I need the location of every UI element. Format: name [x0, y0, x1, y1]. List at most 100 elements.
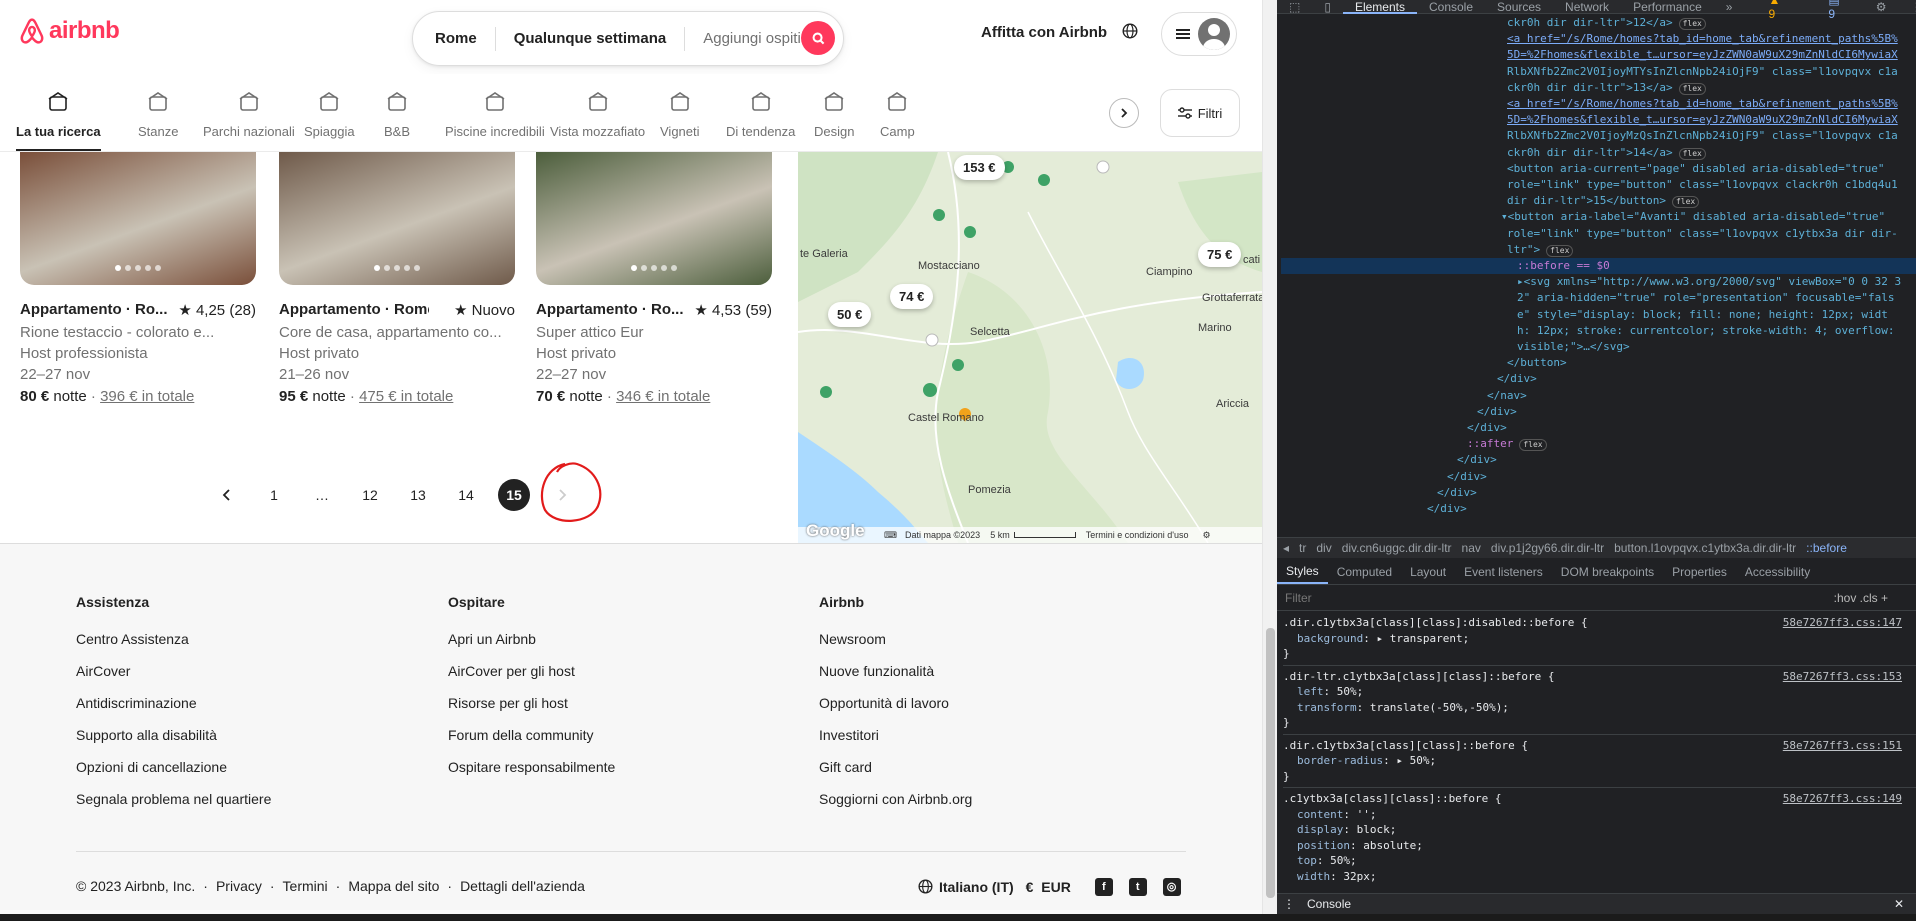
close-icon[interactable]: ✕ — [1888, 897, 1910, 911]
pagination-page[interactable]: 12 — [354, 479, 386, 511]
dom-line[interactable]: <a href="/s/Rome/homes?tab_id=home_tab&r… — [1281, 96, 1916, 112]
dom-line[interactable]: ckr0h dir dir-ltr">14</a> flex — [1281, 145, 1916, 161]
footer-link[interactable]: Segnala problema nel quartiere — [76, 783, 271, 815]
css-property[interactable]: border-radius — [1297, 754, 1383, 767]
styles-subtab[interactable]: DOM breakpoints — [1552, 565, 1663, 579]
user-menu-button[interactable] — [1161, 12, 1237, 56]
total-price-link[interactable]: 346 € in totale — [616, 388, 710, 405]
pagination-page[interactable]: 13 — [402, 479, 434, 511]
filter-tools[interactable]: :hov .cls + — [1834, 591, 1888, 605]
css-value[interactable]: ▸ 50%; — [1396, 754, 1436, 767]
devtools-tab-elements[interactable]: Elements — [1342, 0, 1417, 14]
css-property[interactable]: top — [1297, 854, 1317, 867]
map-price-pin[interactable]: 153 € — [954, 155, 1005, 180]
scrollbar-thumb[interactable] — [1266, 628, 1275, 898]
footer-link[interactable]: Antidiscriminazione — [76, 687, 271, 719]
dom-line[interactable]: </div> — [1281, 469, 1916, 485]
dom-line[interactable]: e" style="display: block; fill: none; he… — [1281, 307, 1916, 323]
category-view[interactable]: Vista mozzafiato — [550, 88, 645, 139]
css-property[interactable]: background — [1297, 632, 1363, 645]
dom-line[interactable]: role="link" type="button" class="l1ovpqv… — [1281, 226, 1916, 242]
footer-link[interactable]: Gift card — [819, 751, 972, 783]
footer-link[interactable]: Supporto alla disabilità — [76, 719, 271, 751]
breadcrumb-item[interactable]: button.l1ovpqvx.c1ytbx3a.dir.dir-ltr — [1614, 541, 1796, 555]
results-map[interactable]: 153 € 75 € 74 € 50 € te Galeria Mostacci… — [798, 152, 1262, 543]
map-price-pin[interactable]: 74 € — [890, 284, 934, 309]
footer-link[interactable]: Opzioni di cancellazione — [76, 751, 271, 783]
css-property[interactable]: left — [1297, 685, 1324, 698]
search-button[interactable] — [801, 21, 835, 55]
terms-link[interactable]: Termini — [283, 878, 328, 894]
flex-badge[interactable]: flex — [1546, 244, 1574, 257]
devtools-tab-console[interactable]: Console — [1417, 0, 1485, 14]
category-camp[interactable]: Camp — [880, 88, 915, 139]
privacy-link[interactable]: Privacy — [216, 878, 262, 894]
globe-icon[interactable] — [1122, 23, 1138, 44]
category-bed[interactable]: Stanze — [138, 88, 178, 139]
language-button[interactable]: Italiano (IT) — [918, 879, 1014, 895]
listing-card[interactable]: Appartamento · Rome ★ Nuovo Core de casa, … — [279, 152, 515, 405]
page-scrollbar[interactable] — [1262, 0, 1277, 921]
dom-line[interactable]: role="link" type="button" class="l1ovpqv… — [1281, 177, 1916, 193]
flex-badge[interactable]: flex — [1671, 196, 1700, 209]
css-value[interactable]: translate(-50%,-50%); — [1370, 701, 1509, 714]
footer-link[interactable]: Opportunità di lavoro — [819, 687, 972, 719]
footer-link[interactable]: Newsroom — [819, 623, 972, 655]
css-source-link[interactable]: 58e7267ff3.css:151 — [1783, 738, 1902, 754]
breadcrumb-scroll-left[interactable]: ◂ — [1283, 541, 1289, 555]
pagination-prev-button[interactable] — [211, 479, 243, 511]
listing-photo[interactable] — [536, 152, 772, 285]
listing-card[interactable]: Appartamento · Ro... ★ 4,25 (28) Rione tes… — [20, 152, 256, 405]
currency-button[interactable]: € EUR — [1026, 879, 1071, 895]
css-value[interactable]: absolute; — [1363, 839, 1423, 852]
dom-line[interactable]: ltr"> flex — [1281, 242, 1916, 258]
dom-tree[interactable]: ckr0h dir dir-ltr">12</a> flex <a href="/s… — [1277, 15, 1916, 537]
category-beach-umbrella[interactable]: Spiaggia — [304, 88, 355, 139]
airbnb-logo[interactable]: airbnb — [19, 17, 120, 45]
flex-badge[interactable]: flex — [1519, 439, 1547, 452]
search-guests[interactable]: Aggiungi ospiti — [685, 27, 819, 51]
category-grape[interactable]: Vigneti — [660, 88, 700, 139]
css-rule[interactable]: .dir-ltr.c1ytbx3a[class][class]::before … — [1283, 666, 1916, 735]
category-building[interactable]: Design — [814, 88, 854, 139]
css-property[interactable]: transform — [1297, 701, 1357, 714]
devtools-tab-sources[interactable]: Sources — [1485, 0, 1553, 14]
footer-link[interactable]: Nuove funzionalità — [819, 655, 972, 687]
css-value[interactable]: block; — [1357, 823, 1397, 836]
styles-subtab[interactable]: Properties — [1663, 565, 1736, 579]
breadcrumb-item[interactable]: div — [1316, 541, 1331, 555]
report-icon[interactable]: ⚙ — [1202, 530, 1210, 541]
search-bar[interactable]: Rome Qualunque settimana Aggiungi ospiti — [412, 11, 844, 66]
breadcrumb-item[interactable]: div.cn6uggc.dir.dir-ltr — [1342, 541, 1452, 555]
css-property[interactable]: height — [1297, 885, 1337, 887]
host-link[interactable]: Affitta con Airbnb — [981, 24, 1107, 41]
footer-link[interactable]: Centro Assistenza — [76, 623, 271, 655]
dom-line[interactable]: 5D=%2Fhomes&flexible_t…ursor=eyJzZWN0aW9… — [1281, 112, 1916, 128]
footer-link[interactable]: Risorse per gli host — [448, 687, 615, 719]
dom-line[interactable]: </div> — [1281, 485, 1916, 501]
css-rule[interactable]: .c1ytbx3a[class][class]::before {58e7267… — [1283, 788, 1916, 887]
css-value[interactable]: ▸ transparent; — [1376, 632, 1469, 645]
breadcrumb-item[interactable]: ::before — [1806, 541, 1847, 555]
company-details-link[interactable]: Dettagli dell'azienda — [460, 878, 585, 894]
css-value[interactable]: 50%; — [1337, 685, 1364, 698]
dom-line[interactable]: ckr0h dir dir-ltr">12</a> flex — [1281, 15, 1916, 31]
kebab-menu-icon[interactable]: ⋮ — [1898, 0, 1916, 14]
footer-link[interactable]: Forum della community — [448, 719, 615, 751]
dom-line[interactable]: h: 12px; stroke: currentcolor; stroke-wi… — [1281, 323, 1916, 339]
styles-subtab[interactable]: Accessibility — [1736, 565, 1819, 579]
search-when[interactable]: Qualunque settimana — [496, 26, 686, 51]
more-tabs-icon[interactable]: » — [1714, 0, 1745, 14]
dom-line[interactable]: RlbXNfb2Zmc2V0IjoyMTYsInZlcnNpb24iOjF9" … — [1281, 64, 1916, 80]
dom-line[interactable]: visible;">…</svg> — [1281, 339, 1916, 355]
instagram-icon[interactable]: ◎ — [1162, 877, 1181, 896]
dom-line[interactable]: <a href="/s/Rome/homes?tab_id=home_tab&r… — [1281, 31, 1916, 47]
footer-link[interactable]: Apri un Airbnb — [448, 623, 615, 655]
css-value[interactable]: ''; — [1357, 808, 1377, 821]
console-drawer[interactable]: ⋮ Console ✕ — [1277, 893, 1916, 914]
breadcrumb-item[interactable]: tr — [1299, 541, 1306, 555]
css-source-link[interactable]: 58e7267ff3.css:153 — [1783, 669, 1902, 685]
css-property[interactable]: content — [1297, 808, 1343, 821]
css-rule[interactable]: .dir.c1ytbx3a[class][class]::before {58e… — [1283, 735, 1916, 788]
twitter-icon[interactable]: t — [1128, 878, 1147, 896]
